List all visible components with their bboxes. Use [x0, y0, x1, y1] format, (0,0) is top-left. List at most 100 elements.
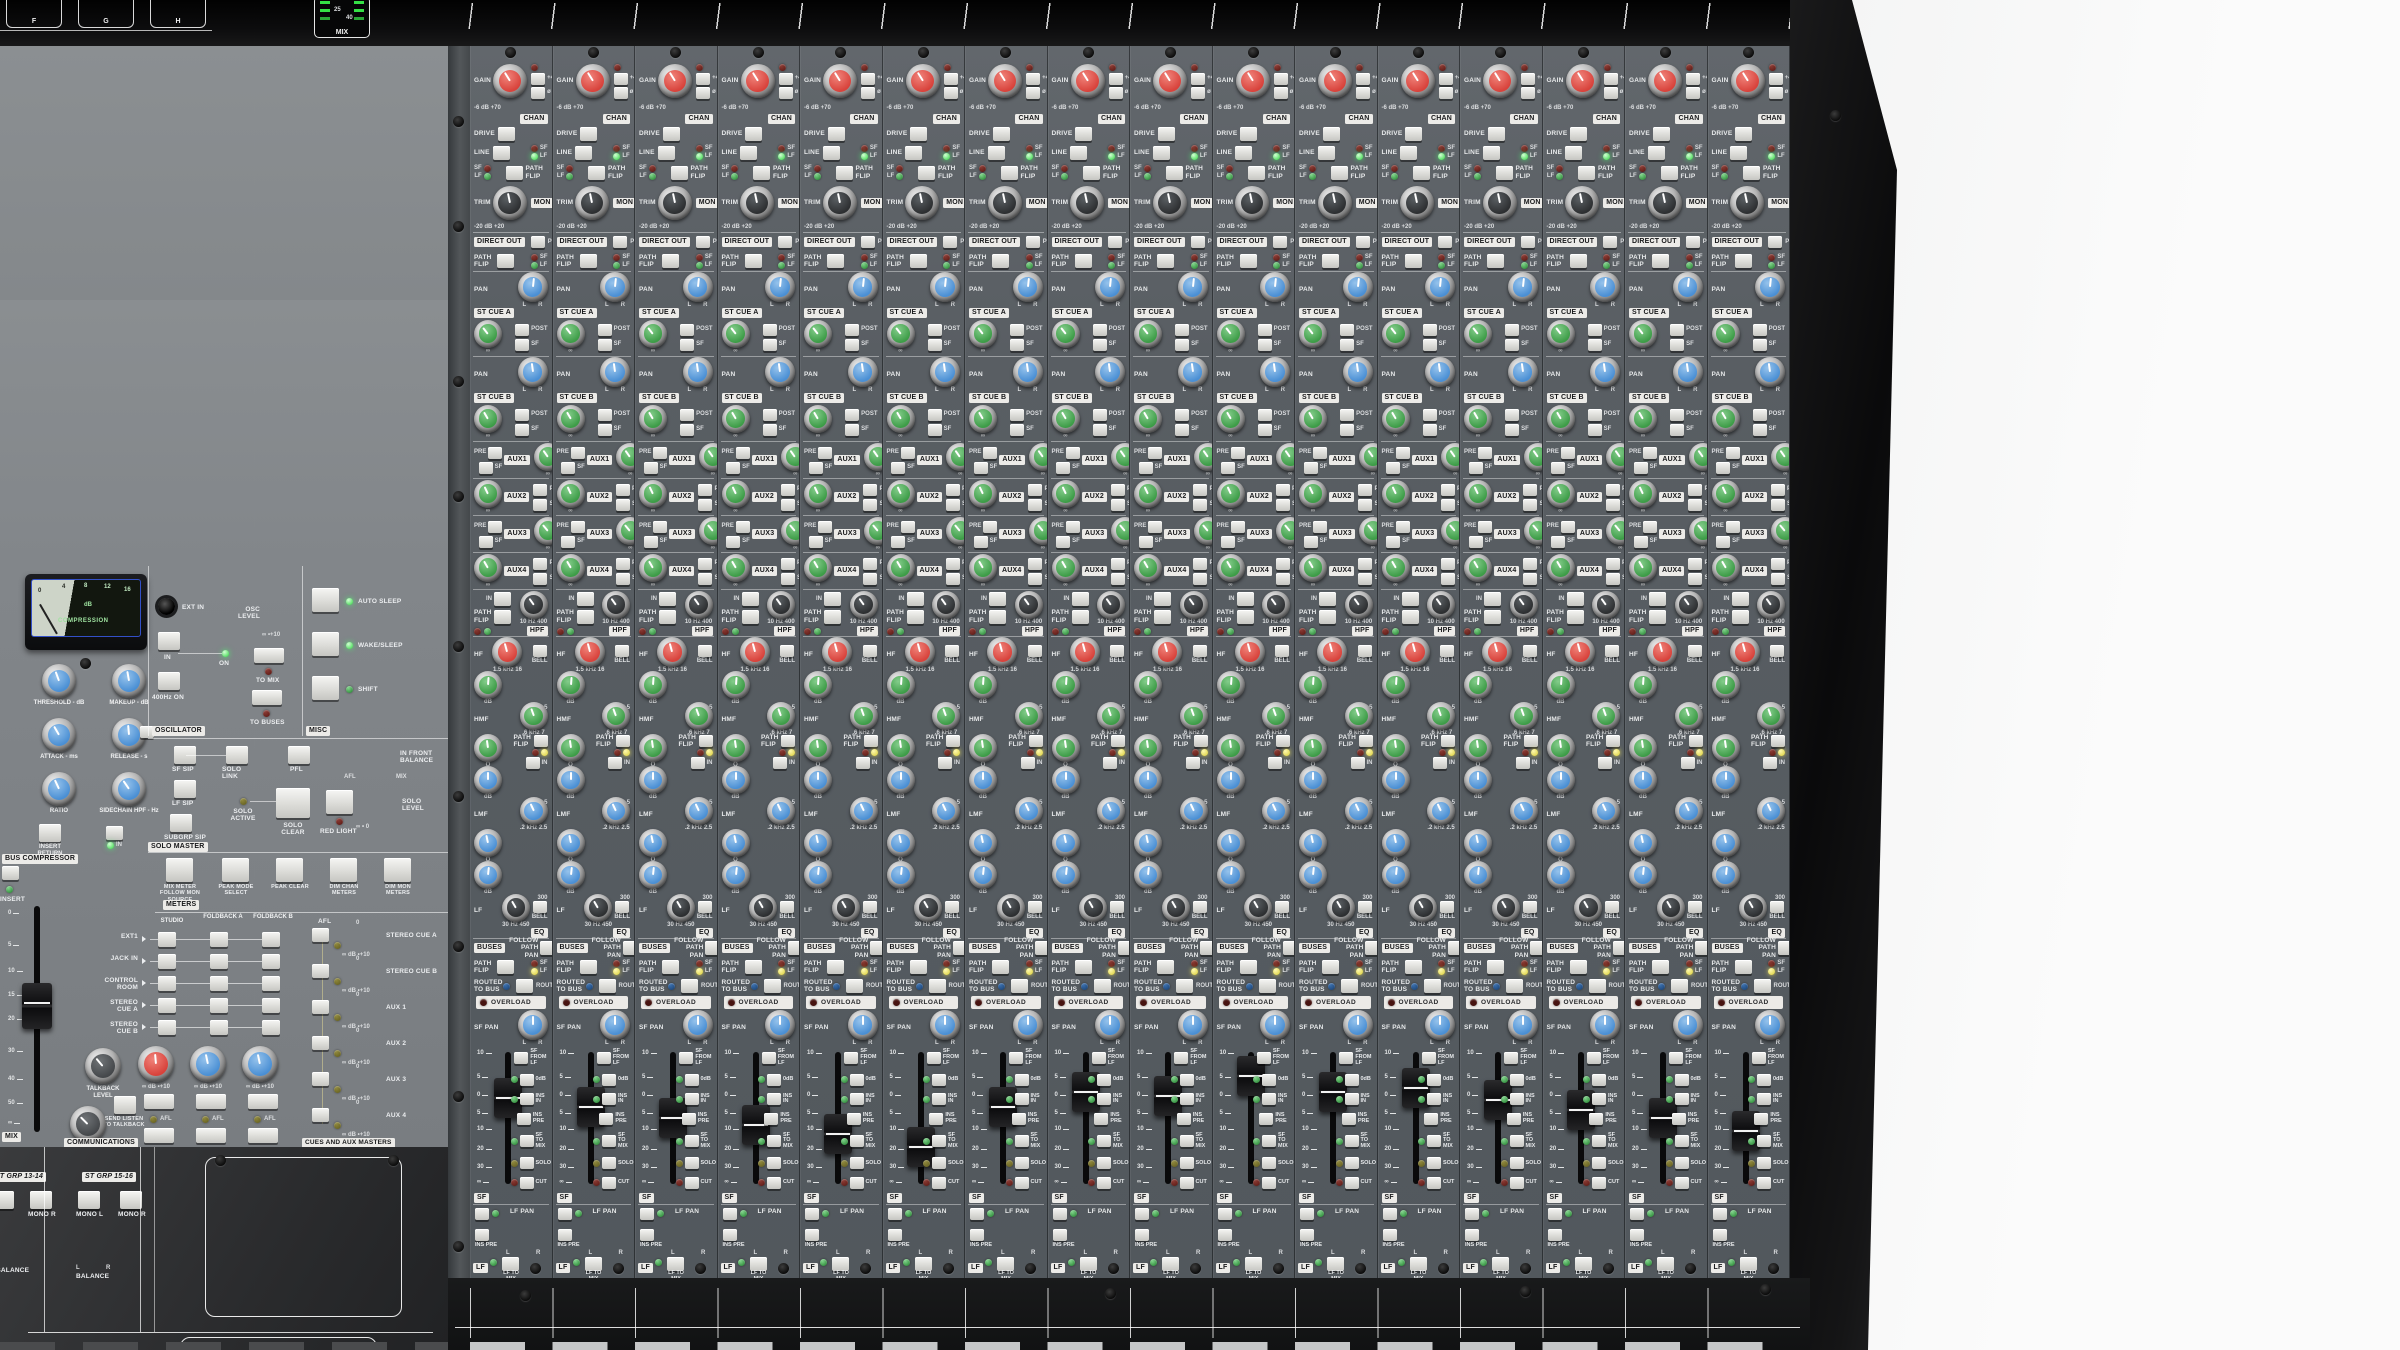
ins-in-button[interactable]	[1345, 1093, 1359, 1105]
ins-pre-button[interactable]	[1754, 1113, 1768, 1125]
aux4-pre-button[interactable]	[781, 558, 795, 570]
foldback-b-talk-button[interactable]	[248, 1094, 278, 1109]
lf-to-mix-button[interactable]	[1162, 1257, 1179, 1271]
cut-button[interactable]	[1757, 1177, 1771, 1189]
cue-b-pan-knob[interactable]	[1508, 357, 1538, 387]
gain-knob[interactable]	[741, 64, 775, 98]
cut-button[interactable]	[932, 1177, 946, 1189]
lmf-q-knob[interactable]	[1464, 829, 1492, 857]
hf-bell-button[interactable]	[615, 645, 629, 657]
phantom-48v-button[interactable]	[614, 73, 628, 85]
aux2-pre-button[interactable]	[616, 484, 630, 496]
aux3-knob[interactable]	[1276, 517, 1295, 545]
lmf-gain-knob[interactable]	[1217, 766, 1245, 794]
lf-ins-in-button[interactable]	[1053, 1208, 1067, 1220]
aux1-knob[interactable]	[1606, 443, 1625, 471]
cue-b-post-button[interactable]	[1093, 409, 1107, 421]
hpf-in-button[interactable]	[1402, 592, 1419, 606]
aux4-knob[interactable]	[1134, 554, 1162, 582]
eq-path-flip-button[interactable]	[1194, 735, 1208, 747]
lmf-q-knob[interactable]	[1299, 829, 1327, 857]
cue-a-sf-button[interactable]	[1175, 339, 1189, 351]
path-flip-button[interactable]	[1405, 960, 1422, 974]
hmf-freq-knob[interactable]	[1015, 702, 1043, 730]
path-flip-button[interactable]	[1166, 166, 1183, 180]
cue-b-pan-knob[interactable]	[1755, 357, 1785, 387]
ins-in-button[interactable]	[1015, 1093, 1029, 1105]
comp-ratio-knob[interactable]	[42, 772, 76, 806]
lf-bell-button[interactable]	[1440, 901, 1454, 913]
direct-out-pre-button[interactable]	[1108, 236, 1122, 248]
0db-button[interactable]	[1345, 1074, 1359, 1086]
drive-button[interactable]	[1570, 127, 1587, 141]
sf-pan-knob[interactable]	[1590, 1010, 1620, 1040]
lf-to-mix-button[interactable]	[915, 1257, 932, 1271]
drive-button[interactable]	[1075, 127, 1092, 141]
cue-a-pan-knob[interactable]	[683, 272, 713, 302]
trim-knob[interactable]	[1153, 186, 1187, 220]
drive-button[interactable]	[663, 127, 680, 141]
cue-a-post-button[interactable]	[1093, 324, 1107, 336]
lf-gain-knob[interactable]	[1382, 861, 1410, 889]
hmf-freq-knob[interactable]	[1345, 702, 1373, 730]
line-button[interactable]	[1070, 146, 1087, 160]
cue-a-pan-knob[interactable]	[930, 272, 960, 302]
cut-button[interactable]	[1015, 1177, 1029, 1189]
lmf-gain-knob[interactable]	[1134, 766, 1162, 794]
cue-b-pan-knob[interactable]	[848, 357, 878, 387]
aux4-pre-button[interactable]	[863, 558, 877, 570]
path-flip-button[interactable]	[1735, 254, 1752, 268]
aux1-knob[interactable]	[1111, 443, 1130, 471]
matrix-button-ext1-1[interactable]	[210, 932, 228, 947]
hf-freq-knob[interactable]	[657, 637, 687, 667]
hmf-q-knob[interactable]	[557, 734, 585, 762]
lf-sip-button[interactable]	[174, 780, 196, 798]
cue-b-post-button[interactable]	[1753, 409, 1767, 421]
hf-bell-button[interactable]	[1440, 645, 1454, 657]
aux1-sf-button[interactable]	[1716, 462, 1730, 474]
eq-path-flip-button[interactable]	[864, 735, 878, 747]
hpf-knob[interactable]	[850, 591, 878, 619]
cut-button[interactable]	[520, 1177, 534, 1189]
lf-freq-knob[interactable]	[667, 894, 695, 922]
line-button[interactable]	[1400, 146, 1417, 160]
trim-knob[interactable]	[493, 186, 527, 220]
ins-in-button[interactable]	[1757, 1093, 1771, 1105]
aux2-pre-button[interactable]	[1523, 484, 1537, 496]
hf-freq-knob[interactable]	[987, 637, 1017, 667]
cue-a-level-knob[interactable]	[1382, 320, 1410, 348]
direct-out-pre-button[interactable]	[1686, 236, 1700, 248]
aux2-pre-button[interactable]	[1441, 484, 1455, 496]
gain-knob[interactable]	[1318, 64, 1352, 98]
aux4-knob[interactable]	[1629, 554, 1657, 582]
cue-a-sf-button[interactable]	[1588, 339, 1602, 351]
red-light-button[interactable]	[326, 790, 353, 814]
aux3-pre-button[interactable]	[1561, 521, 1575, 533]
route-button[interactable]	[1671, 979, 1688, 993]
foldback-a-talk-button[interactable]	[196, 1094, 226, 1109]
trim-knob[interactable]	[1483, 186, 1517, 220]
trim-knob[interactable]	[1730, 186, 1764, 220]
matrix-button-jack-in-0[interactable]	[158, 954, 176, 969]
hpf-path-flip-button[interactable]	[577, 610, 594, 624]
lf-gain-knob[interactable]	[887, 861, 915, 889]
sf-from-lf-button[interactable]	[1339, 1052, 1353, 1064]
route-button[interactable]	[516, 979, 533, 993]
hf-freq-knob[interactable]	[822, 637, 852, 667]
aux4-sf-button[interactable]	[1771, 573, 1785, 585]
foldback-a-level-knob[interactable]	[190, 1046, 226, 1082]
shift-button[interactable]	[312, 676, 339, 700]
hpf-knob[interactable]	[1675, 591, 1703, 619]
hf-freq-knob[interactable]	[740, 637, 770, 667]
cue-a-sf-button[interactable]	[1340, 339, 1354, 351]
path-flip-button[interactable]	[1322, 254, 1339, 268]
mix-insert-button[interactable]	[2, 866, 19, 880]
path-flip-button[interactable]	[1496, 166, 1513, 180]
hmf-freq-knob[interactable]	[1510, 702, 1538, 730]
gain-knob[interactable]	[823, 64, 857, 98]
aux2-knob[interactable]	[1712, 480, 1740, 508]
aux3-sf-button[interactable]	[809, 536, 823, 548]
cue-b-sf-button[interactable]	[1093, 424, 1107, 436]
line-button[interactable]	[1483, 146, 1500, 160]
lf-to-mix-button[interactable]	[502, 1257, 519, 1271]
